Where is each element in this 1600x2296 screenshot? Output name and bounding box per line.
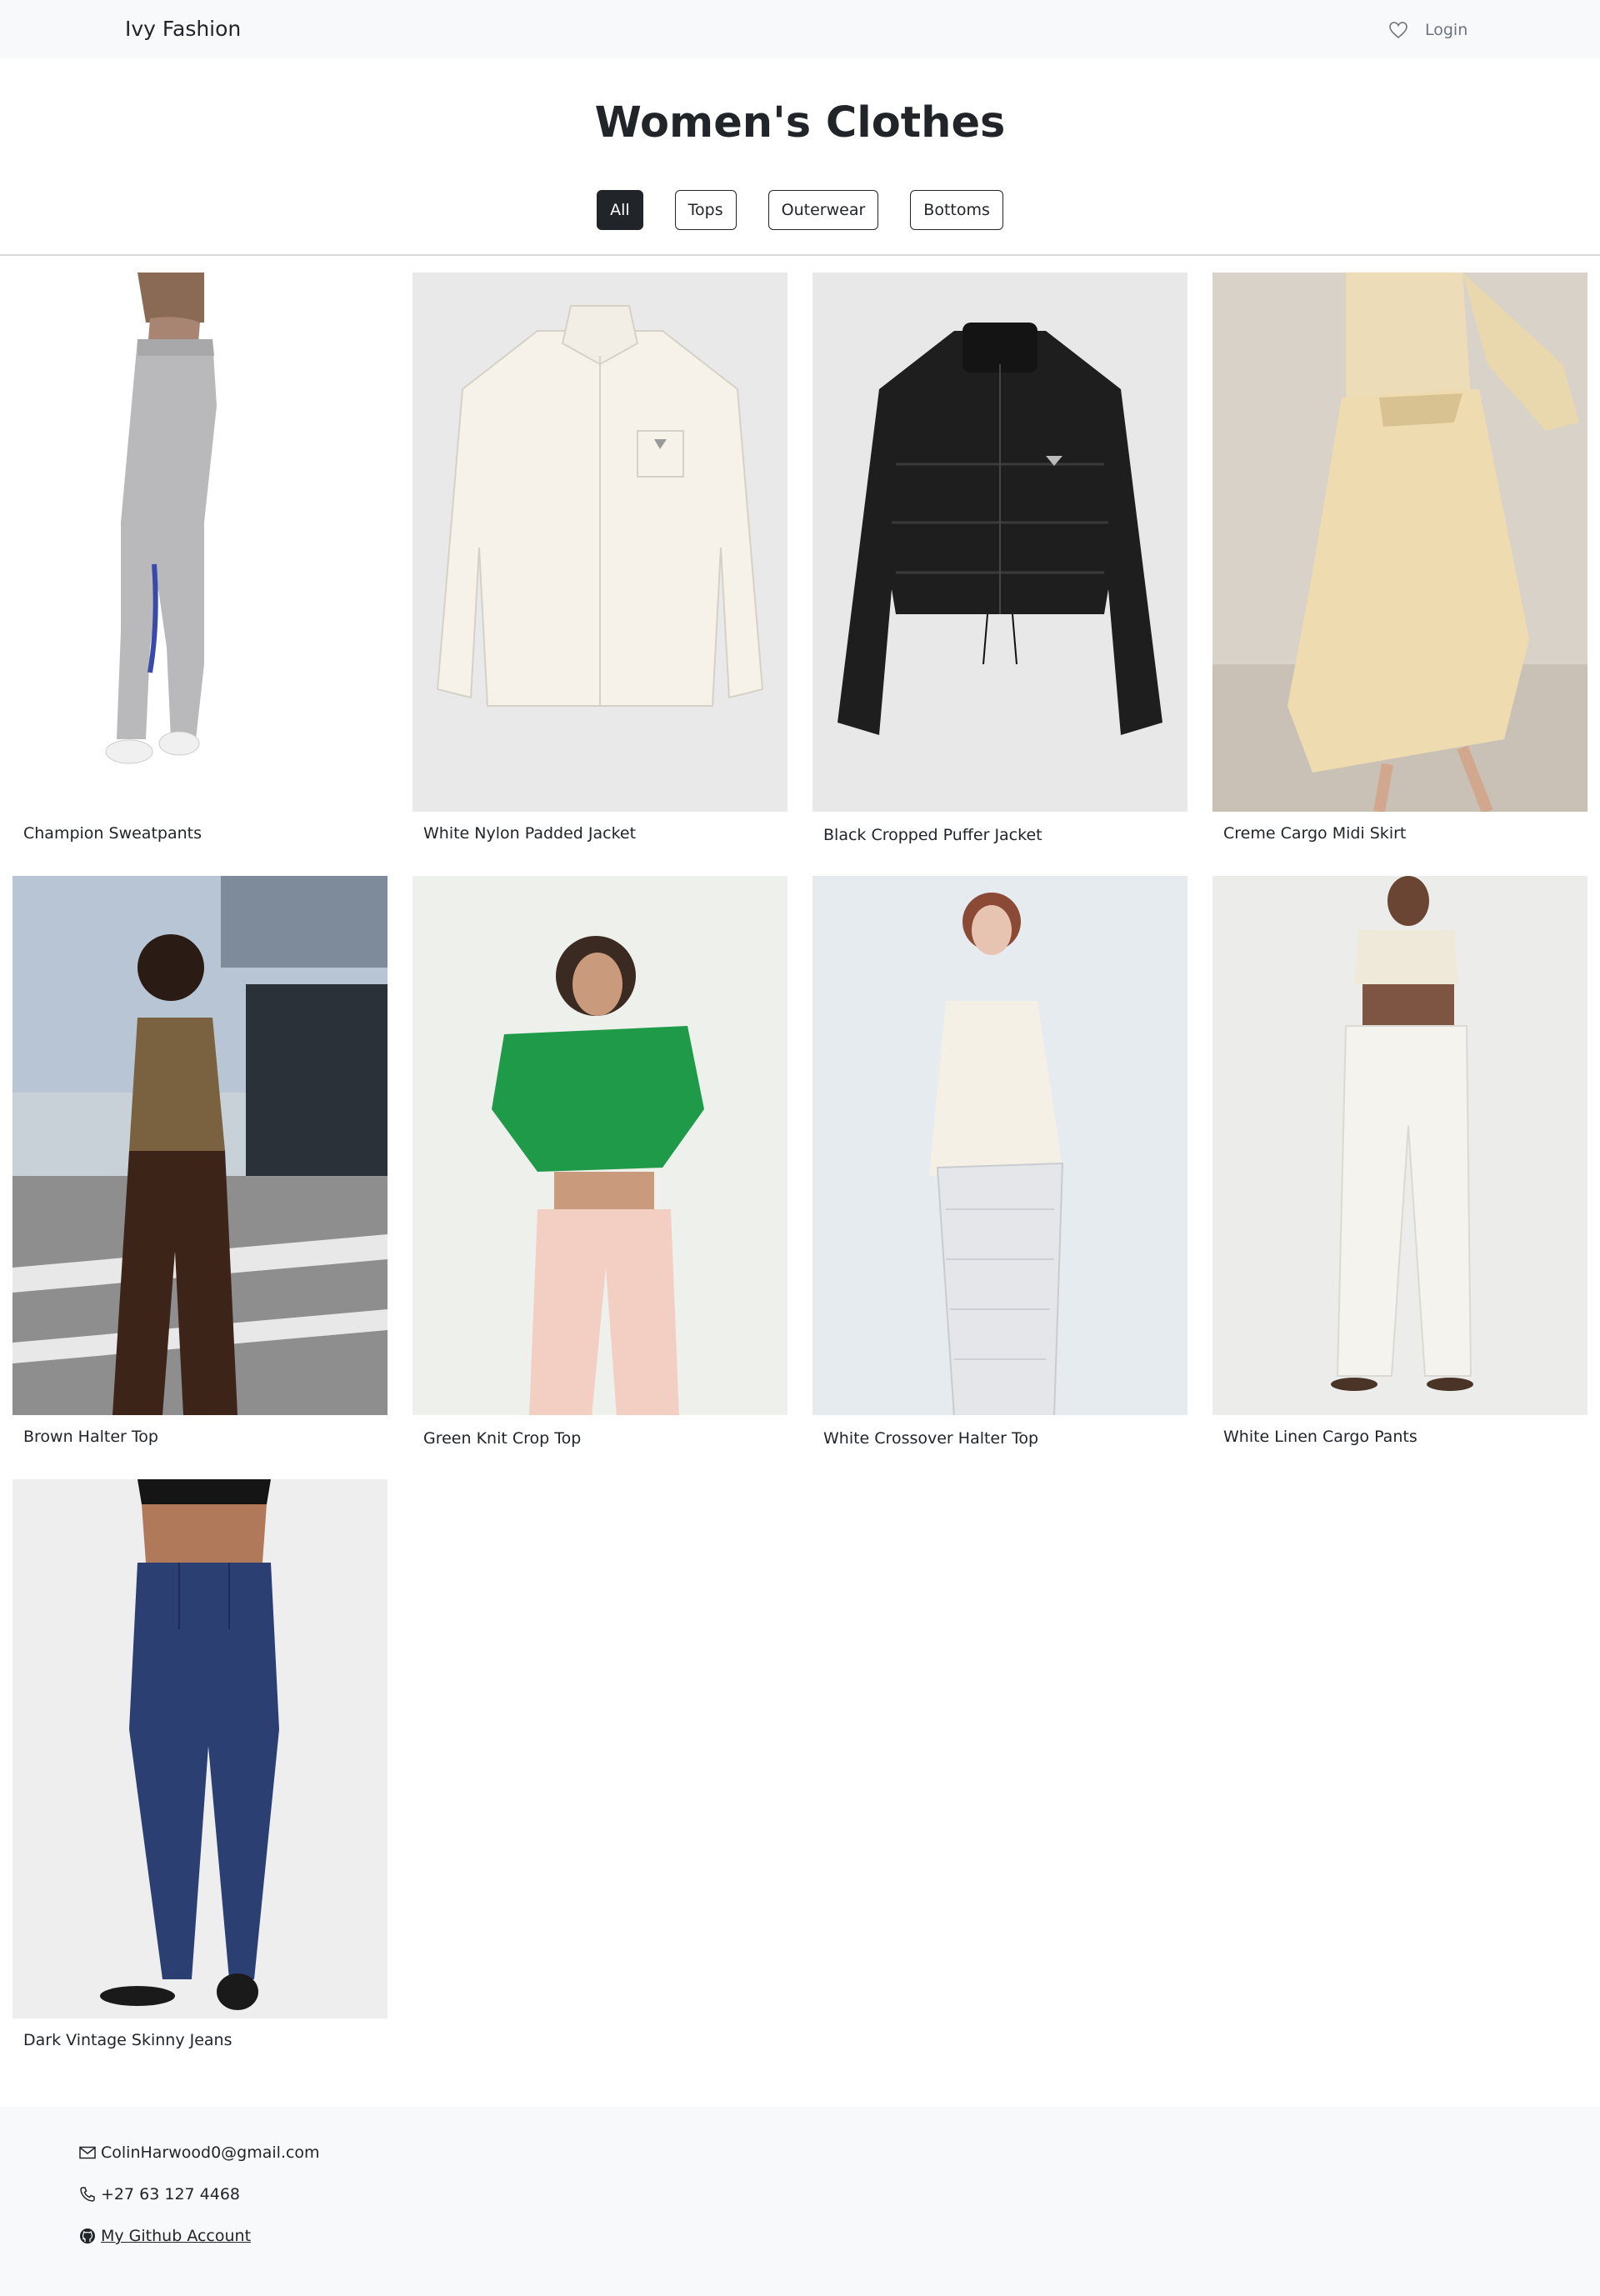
footer-email: ColinHarwood0@gmail.com bbox=[79, 2143, 320, 2162]
phone-icon bbox=[80, 2187, 95, 2202]
page-title: Women's Clothes bbox=[594, 98, 1006, 148]
product-card[interactable]: Creme Cargo Midi Skirt bbox=[1212, 273, 1588, 843]
product-name[interactable]: Black Cropped Puffer Jacket bbox=[823, 826, 1042, 844]
product-image[interactable] bbox=[412, 876, 788, 1415]
filter-bottoms-button[interactable]: Bottoms bbox=[910, 190, 1003, 230]
heart-icon[interactable] bbox=[1388, 21, 1408, 39]
login-link[interactable]: Login bbox=[1425, 21, 1468, 39]
product-name[interactable]: Green Knit Crop Top bbox=[423, 1429, 581, 1448]
product-card[interactable]: White Nylon Padded Jacket bbox=[412, 273, 788, 843]
product-image[interactable] bbox=[412, 273, 788, 812]
email-text: ColinHarwood0@gmail.com bbox=[101, 2143, 320, 2162]
product-name[interactable]: Creme Cargo Midi Skirt bbox=[1223, 824, 1406, 843]
footer: ColinHarwood0@gmail.com +27 63 127 4468 … bbox=[0, 2107, 1600, 2296]
category-filters: All Tops Outerwear Bottoms bbox=[0, 190, 1600, 230]
product-card[interactable]: Dark Vintage Skinny Jeans bbox=[12, 1479, 388, 2049]
github-link[interactable]: My Github Account bbox=[101, 2227, 251, 2245]
product-image[interactable] bbox=[812, 876, 1188, 1415]
product-image[interactable] bbox=[12, 273, 388, 812]
product-image[interactable] bbox=[1212, 273, 1588, 812]
phone-text: +27 63 127 4468 bbox=[101, 2185, 241, 2203]
product-card[interactable]: White Crossover Halter Top bbox=[812, 876, 1188, 1448]
navbar: Ivy Fashion Login bbox=[0, 0, 1600, 58]
footer-phone: +27 63 127 4468 bbox=[79, 2185, 240, 2203]
filter-tops-button[interactable]: Tops bbox=[674, 190, 737, 230]
product-name[interactable]: White Crossover Halter Top bbox=[823, 1429, 1038, 1448]
footer-github: My Github Account bbox=[79, 2227, 251, 2245]
product-card[interactable]: Champion Sweatpants bbox=[12, 273, 388, 843]
product-image[interactable] bbox=[12, 876, 388, 1415]
github-icon bbox=[80, 2228, 95, 2243]
product-image[interactable] bbox=[812, 273, 1188, 812]
product-name[interactable]: White Nylon Padded Jacket bbox=[423, 824, 636, 843]
product-name[interactable]: Champion Sweatpants bbox=[23, 824, 202, 843]
divider bbox=[0, 254, 1600, 256]
product-name[interactable]: White Linen Cargo Pants bbox=[1223, 1428, 1418, 1446]
login-area: Login bbox=[1388, 19, 1468, 41]
product-image[interactable] bbox=[1212, 876, 1588, 1415]
product-card[interactable]: Brown Halter Top bbox=[12, 876, 388, 1446]
product-card[interactable]: Black Cropped Puffer Jacket bbox=[812, 273, 1188, 844]
envelope-icon bbox=[79, 2146, 96, 2159]
product-image[interactable] bbox=[12, 1479, 388, 2018]
brand-logo[interactable]: Ivy Fashion bbox=[125, 17, 241, 41]
product-name[interactable]: Dark Vintage Skinny Jeans bbox=[23, 2031, 232, 2049]
filter-outerwear-button[interactable]: Outerwear bbox=[768, 190, 879, 230]
product-card[interactable]: White Linen Cargo Pants bbox=[1212, 876, 1588, 1446]
product-card[interactable]: Green Knit Crop Top bbox=[412, 876, 788, 1448]
filter-all-button[interactable]: All bbox=[597, 190, 643, 230]
product-name[interactable]: Brown Halter Top bbox=[23, 1428, 158, 1446]
